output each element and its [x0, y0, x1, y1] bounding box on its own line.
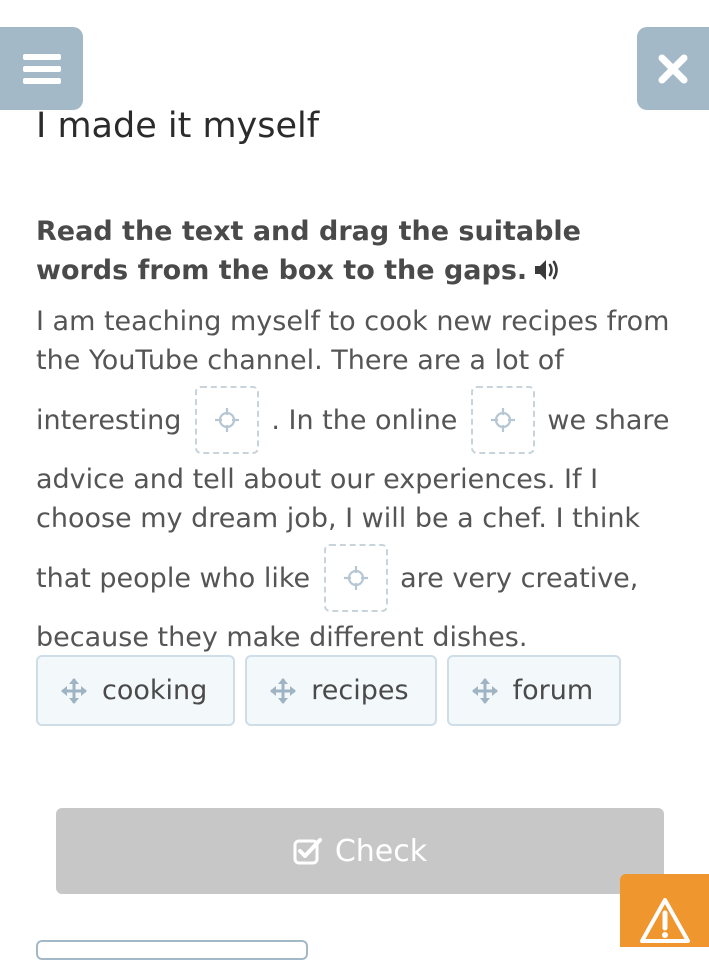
- word-chip-label: forum: [512, 675, 594, 706]
- speaker-icon[interactable]: [533, 254, 563, 293]
- passage-text: we share: [547, 404, 670, 436]
- word-chip-label: recipes: [311, 675, 409, 706]
- passage-line: the YouTube channel. There are a lot of: [36, 345, 564, 376]
- bottom-panel[interactable]: [36, 940, 308, 960]
- passage-line: I am teaching myself to cook new recipes…: [36, 306, 670, 337]
- passage-line: because they make different dishes.: [36, 622, 528, 653]
- passage-line: that people who like are very creative,: [36, 542, 686, 614]
- drop-gap-2[interactable]: [471, 386, 536, 454]
- instruction: Read the text and drag the suitable word…: [36, 212, 676, 293]
- passage-line: advice and tell about our experiences. I…: [36, 464, 599, 495]
- passage: I am teaching myself to cook new recipes…: [36, 302, 686, 657]
- word-chip-recipes[interactable]: recipes: [245, 655, 437, 726]
- close-button[interactable]: [637, 27, 709, 110]
- passage-text: . In the online: [271, 404, 458, 436]
- crosshair-icon: [491, 408, 516, 432]
- menu-button[interactable]: [0, 27, 83, 110]
- passage-line: interesting . In the online we share: [36, 384, 686, 456]
- crosshair-icon: [215, 408, 240, 432]
- passage-text: interesting: [36, 404, 182, 436]
- drop-gap-3[interactable]: [324, 544, 389, 612]
- warning-icon: [639, 898, 690, 943]
- passage-text: that people who like: [36, 562, 311, 594]
- word-chip-cooking[interactable]: cooking: [36, 655, 236, 726]
- check-button[interactable]: Check: [56, 808, 664, 894]
- menu-icon: [22, 53, 61, 84]
- word-bank: cooking recipes forum: [36, 655, 622, 726]
- close-icon: [658, 54, 688, 83]
- drop-gap-1[interactable]: [195, 386, 260, 454]
- passage-text: are very creative,: [400, 562, 639, 594]
- crosshair-icon: [344, 566, 369, 590]
- word-chip-label: cooking: [102, 675, 208, 706]
- checkbox-icon: [293, 837, 323, 865]
- report-button[interactable]: [620, 874, 709, 947]
- passage-line: choose my dream job, I will be a chef. I…: [36, 503, 641, 534]
- instruction-text: Read the text and drag the suitable word…: [36, 216, 581, 286]
- word-chip-forum[interactable]: forum: [446, 655, 622, 726]
- page-title: I made it myself: [36, 106, 320, 146]
- move-icon: [60, 677, 88, 705]
- move-icon: [269, 677, 297, 705]
- check-button-label: Check: [334, 833, 428, 869]
- move-icon: [471, 677, 499, 705]
